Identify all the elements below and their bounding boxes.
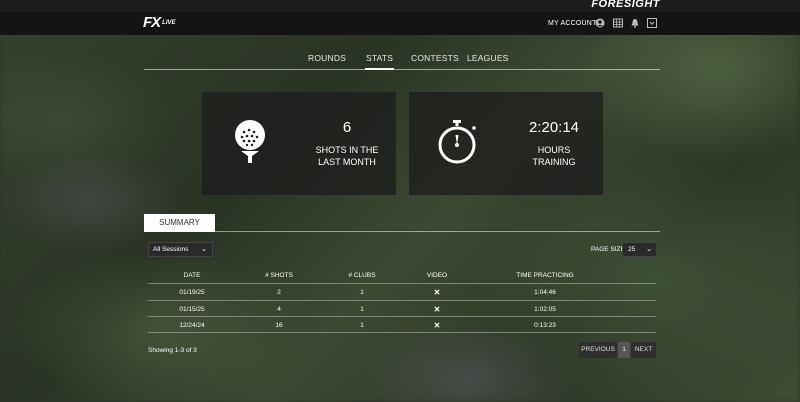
column-header-video[interactable]: VIDEO (427, 272, 447, 279)
golf-ball-on-tee-icon (235, 120, 265, 163)
bell-icon[interactable] (630, 18, 640, 28)
top-bar: FORESIGHT FX LIVE MY ACCOUNT (0, 0, 800, 35)
company-logo[interactable]: FORESIGHT (591, 0, 660, 10)
previous-page-button[interactable]: PREVIOUS (579, 342, 617, 358)
cell-date: 01/15/25 (179, 306, 205, 313)
stopwatch-icon (438, 120, 476, 164)
cell-date: 01/19/25 (179, 289, 205, 296)
shots-label: SHOTS IN THE LAST MONTH (307, 144, 387, 168)
cell-clubs: 1 (360, 322, 364, 329)
tab-leagues[interactable]: LEAGUES (467, 53, 509, 63)
shots-label-line1: SHOTS IN THE (315, 145, 379, 155)
sessions-filter-value: All Sessions (153, 246, 189, 253)
no-video-icon: ✕ (433, 305, 441, 314)
app-logo-suffix: LIVE (162, 20, 176, 27)
cell-clubs: 1 (360, 306, 364, 313)
top-strip (0, 0, 800, 12)
no-video-icon: ✕ (433, 321, 441, 330)
sessions-filter-select[interactable]: All Sessions ⌄ (148, 242, 213, 257)
summary-tab[interactable]: SUMMARY (144, 214, 215, 232)
page-number-button[interactable]: 1 (618, 342, 630, 358)
app-logo-mark: FX (143, 14, 161, 31)
tab-contests[interactable]: CONTESTS (411, 53, 459, 63)
shots-stat-card: 6 SHOTS IN THE LAST MONTH (202, 92, 396, 195)
row-divider (148, 300, 656, 301)
app-logo[interactable]: FX LIVE (143, 14, 176, 31)
cell-date: 12/24/24 (179, 322, 205, 329)
cell-time: 0:13:23 (534, 322, 556, 329)
chevron-down-icon: ⌄ (201, 246, 207, 253)
training-label-line1: HOURS (537, 145, 571, 155)
row-divider (148, 316, 656, 317)
training-stat-card: 2:20:14 HOURS TRAINING (409, 92, 603, 195)
cell-time: 1:02:05 (534, 306, 556, 313)
shots-value: 6 (342, 119, 352, 136)
shots-label-line2: LAST MONTH (318, 157, 376, 167)
column-header-time[interactable]: TIME PRACTICING (516, 272, 573, 279)
summary-divider (144, 231, 660, 232)
page-size-select[interactable]: 25 ⌄ (622, 242, 657, 257)
page-size-value: 25 (628, 246, 636, 253)
grid-icon[interactable] (613, 18, 623, 28)
cell-shots: 16 (275, 322, 283, 329)
cell-time: 1:04:46 (534, 289, 556, 296)
no-video-icon: ✕ (433, 288, 441, 297)
training-value: 2:20:14 (528, 119, 580, 136)
cell-clubs: 1 (360, 289, 364, 296)
results-count: Showing 1-3 of 3 (148, 347, 197, 354)
training-label-line2: TRAINING (532, 157, 576, 167)
row-divider (148, 332, 656, 333)
chevron-down-icon: ⌄ (646, 246, 652, 253)
dropdown-square-icon[interactable] (647, 18, 657, 28)
next-page-button[interactable]: NEXT (631, 342, 656, 358)
tab-stats[interactable]: STATS (364, 53, 395, 70)
cell-shots: 4 (277, 306, 281, 313)
column-header-date[interactable]: DATE (184, 272, 201, 279)
page-size-label: PAGE SIZE (591, 246, 625, 253)
training-label: HOURS TRAINING (514, 144, 594, 168)
my-account-link[interactable]: MY ACCOUNT (548, 20, 597, 27)
tab-rounds[interactable]: ROUNDS (308, 53, 346, 63)
cell-shots: 2 (277, 289, 281, 296)
column-header-clubs[interactable]: # CLUBS (348, 272, 375, 279)
table-header-divider (148, 283, 656, 284)
column-header-shots[interactable]: # SHOTS (265, 272, 293, 279)
main-nav: ROUNDS STATS CONTESTS LEAGUES (144, 45, 660, 71)
nav-divider (144, 69, 660, 70)
account-circle-icon[interactable] (595, 18, 605, 28)
